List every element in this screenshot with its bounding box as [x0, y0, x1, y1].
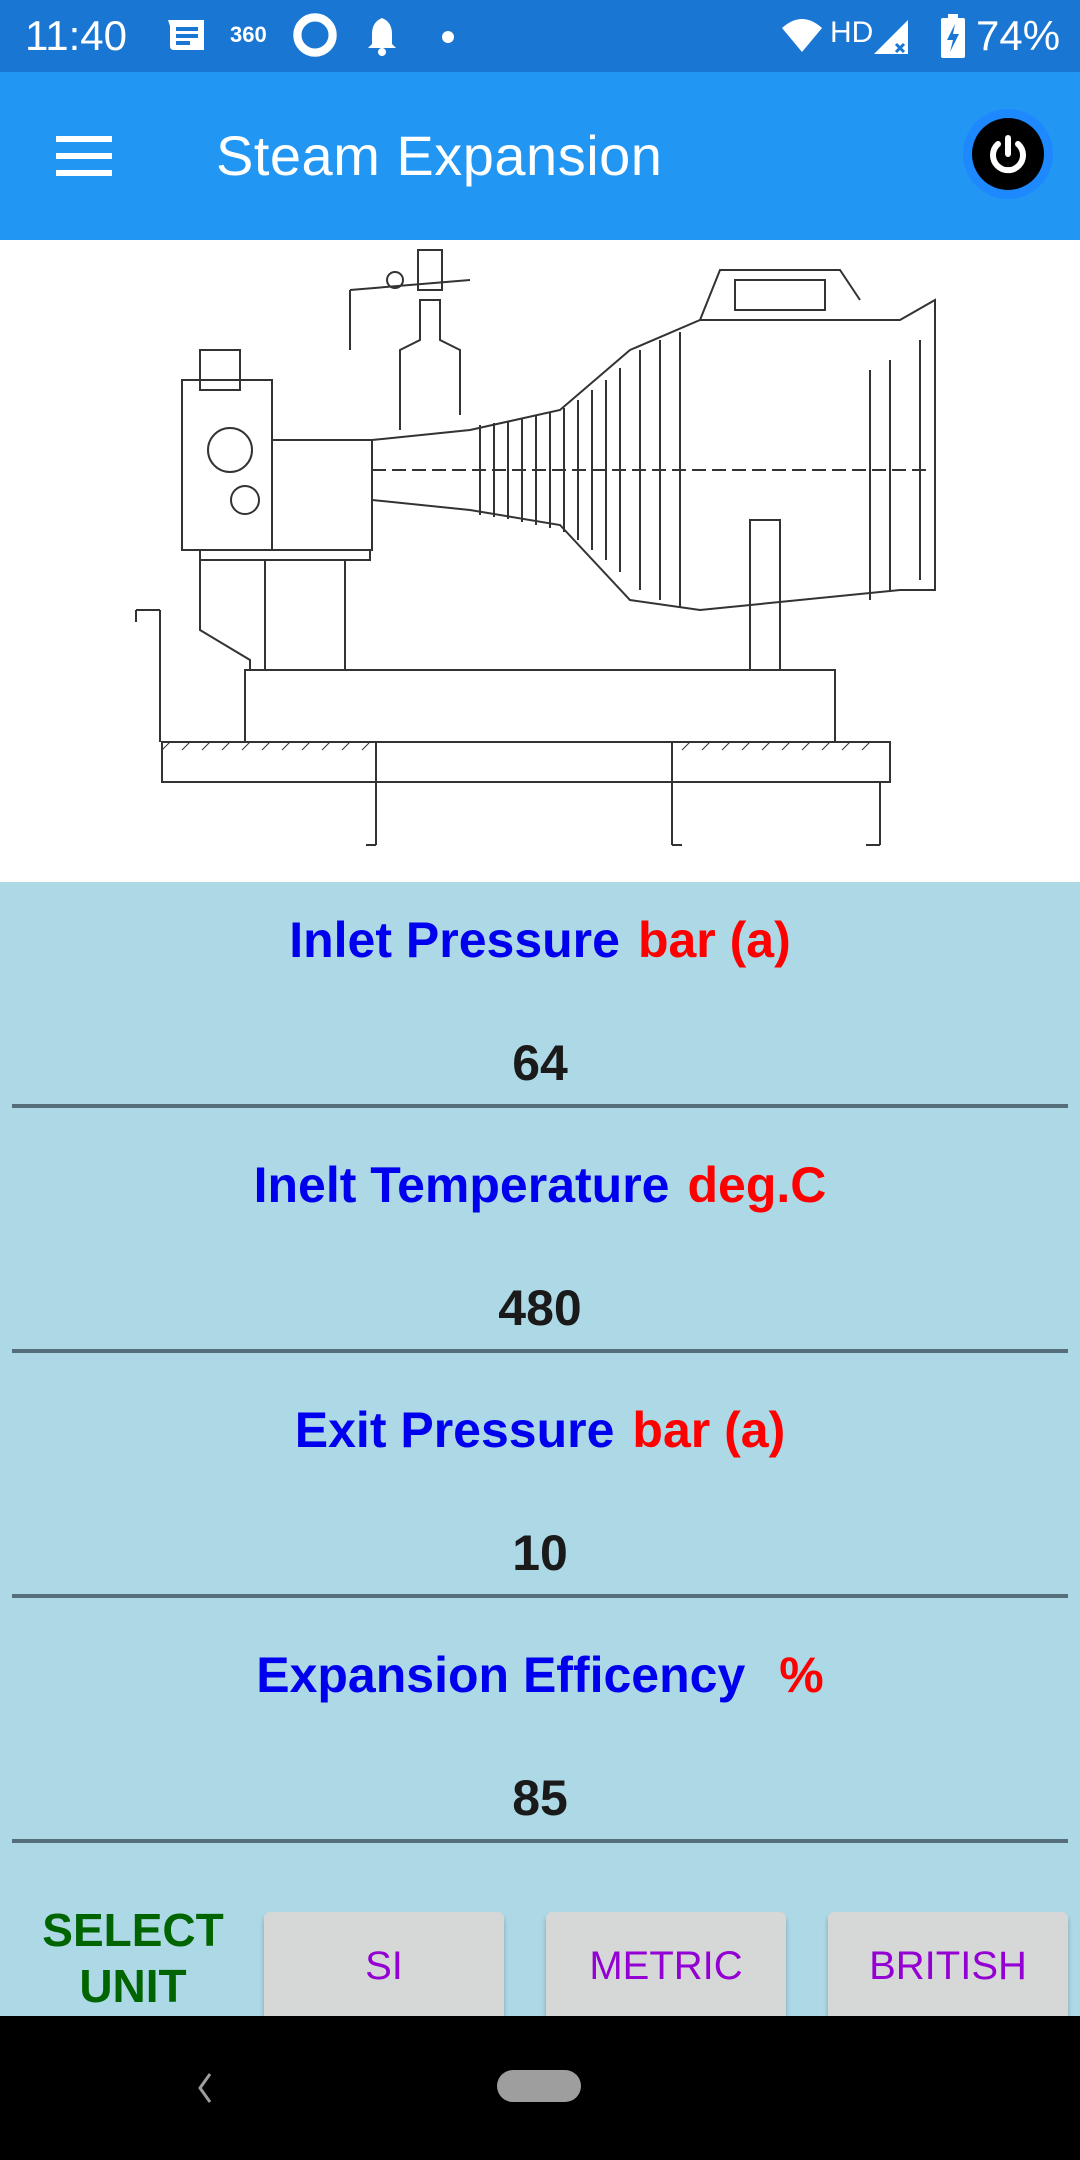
field-label: Expansion Efficency%	[0, 1645, 1080, 1705]
inlet-temperature-input[interactable]	[12, 1267, 1068, 1353]
turbine-diagram-image	[0, 240, 1080, 882]
select-unit-line2: UNIT	[79, 1960, 187, 2012]
battery-charging-icon	[940, 14, 966, 63]
field-name: Inelt Temperature	[253, 1157, 670, 1213]
field-inlet-pressure: Inlet Pressure bar (a)	[0, 882, 1080, 1127]
ring-app-icon	[292, 12, 338, 63]
hamburger-menu-icon[interactable]	[50, 130, 116, 182]
exit-pressure-input[interactable]	[12, 1512, 1068, 1598]
battery-percent: 74%	[976, 12, 1061, 59]
messages-icon	[166, 18, 206, 57]
field-name: Exit Pressure	[294, 1402, 615, 1458]
field-name: Expansion Efficency	[256, 1647, 746, 1703]
input-form: Inlet Pressure bar (a) Inelt Temperature d…	[0, 882, 1080, 2020]
wifi-icon	[780, 16, 824, 59]
select-unit-label: SELECT UNIT	[18, 1902, 248, 2014]
field-expansion-efficiency: Expansion Efficency%	[0, 1617, 1080, 1862]
bell-icon	[366, 16, 398, 61]
home-pill-icon[interactable]	[497, 2070, 581, 2102]
dot-icon	[442, 30, 454, 48]
expansion-efficiency-input[interactable]	[12, 1757, 1068, 1843]
back-icon[interactable]	[190, 2068, 220, 2108]
power-icon	[972, 118, 1044, 190]
field-exit-pressure: Exit Pressure bar (a)	[0, 1372, 1080, 1617]
status-bar: 11:40 360 HD 74%	[0, 0, 1080, 72]
field-name: Inlet Pressure	[289, 912, 620, 968]
app-bar: Steam Expansion	[0, 72, 1080, 240]
wifi-hd-label: HD	[830, 16, 874, 49]
inlet-pressure-input[interactable]	[12, 1022, 1068, 1108]
unit-selector: SELECT UNIT SI METRIC BRITISH	[0, 1894, 1080, 2020]
field-unit: bar (a)	[632, 1402, 786, 1458]
field-label: Exit Pressure bar (a)	[0, 1400, 1080, 1460]
field-unit: deg.C	[687, 1157, 827, 1213]
metric-unit-button[interactable]: METRIC	[546, 1912, 786, 2020]
power-button[interactable]	[963, 109, 1053, 199]
si-unit-button[interactable]: SI	[264, 1912, 504, 2020]
field-label: Inelt Temperature deg.C	[0, 1155, 1080, 1215]
field-label: Inlet Pressure bar (a)	[0, 910, 1080, 970]
status-time: 11:40	[25, 12, 127, 59]
british-unit-button[interactable]: BRITISH	[828, 1912, 1068, 2020]
field-inlet-temperature: Inelt Temperature deg.C	[0, 1127, 1080, 1372]
field-unit: %	[779, 1647, 824, 1703]
field-unit: bar (a)	[637, 912, 791, 968]
system-nav-bar	[0, 2016, 1080, 2160]
signal-no-sim-icon	[872, 16, 910, 61]
360-icon: 360	[230, 22, 267, 47]
select-unit-line1: SELECT	[42, 1904, 224, 1956]
page-title: Steam Expansion	[216, 124, 663, 187]
